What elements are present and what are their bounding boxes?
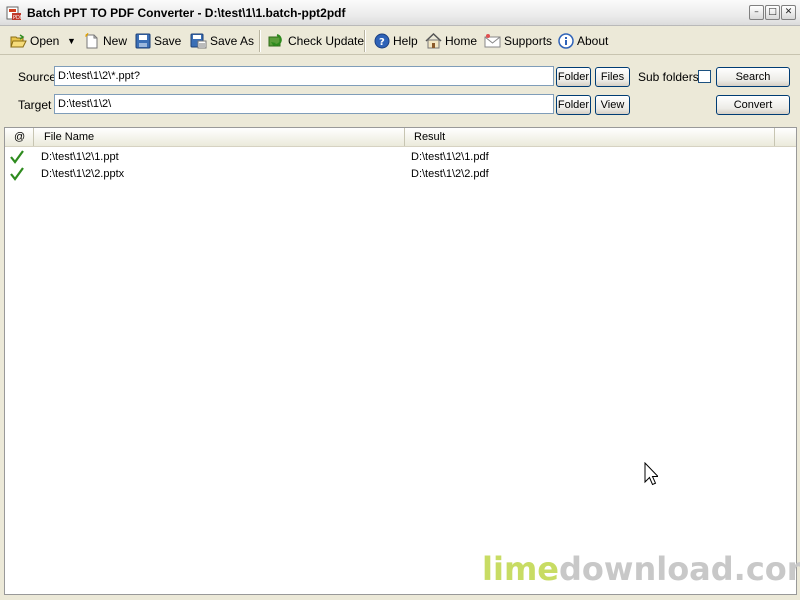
table-row[interactable]: D:\test\1\2\1.ppt D:\test\1\2\1.pdf xyxy=(5,149,796,166)
source-folder-button[interactable]: Folder xyxy=(556,67,591,87)
new-label: New xyxy=(103,34,128,48)
watermark-logo: limedownload.com xyxy=(482,550,800,588)
minimize-button[interactable]: – xyxy=(749,5,764,20)
check-update-icon xyxy=(268,34,282,47)
supports-button[interactable]: Supports xyxy=(484,31,552,51)
convert-button[interactable]: Convert xyxy=(716,95,790,115)
toolbar-separator xyxy=(259,30,261,52)
supports-label: Supports xyxy=(504,34,553,48)
home-icon xyxy=(425,33,442,49)
open-dropdown-arrow[interactable]: ▼ xyxy=(67,31,76,51)
column-header-file-name[interactable]: File Name xyxy=(34,128,405,146)
result-cell: D:\test\1\2\1.pdf xyxy=(411,151,489,163)
checkmark-icon xyxy=(10,150,24,164)
window-title: Batch PPT TO PDF Converter - D:\test\1\1… xyxy=(27,6,346,20)
subfolders-label: Sub folders xyxy=(638,70,699,84)
floppy-disk-icon xyxy=(135,33,151,49)
source-label: Source xyxy=(18,70,57,84)
close-button[interactable]: ✕ xyxy=(781,5,796,20)
file-name-cell: D:\test\1\2\1.ppt xyxy=(41,151,119,163)
source-files-button[interactable]: Files xyxy=(595,67,630,87)
checkmark-icon xyxy=(10,167,24,181)
home-button[interactable]: Home xyxy=(425,31,477,51)
target-folder-button[interactable]: Folder xyxy=(556,95,591,115)
file-name-cell: D:\test\1\2\2.pptx xyxy=(41,168,125,180)
list-header: @ File Name Result xyxy=(5,128,796,147)
subfolders-checkbox[interactable] xyxy=(698,70,711,83)
search-button[interactable]: Search xyxy=(716,67,790,87)
target-label: Target xyxy=(18,98,52,112)
check-update-button[interactable]: Check Update xyxy=(268,31,364,51)
save-as-icon xyxy=(190,33,207,49)
maximize-button[interactable]: □ xyxy=(765,5,780,20)
save-button[interactable]: Save xyxy=(135,31,181,51)
open-label: Open xyxy=(30,34,60,48)
help-icon: ? xyxy=(374,33,390,49)
source-path-input[interactable] xyxy=(54,66,554,86)
open-button[interactable]: Open xyxy=(10,31,59,51)
folder-open-icon xyxy=(10,34,27,48)
mail-icon xyxy=(484,34,501,48)
about-button[interactable]: About xyxy=(558,31,608,51)
svg-text:?: ? xyxy=(379,37,385,48)
home-label: Home xyxy=(445,34,478,48)
save-as-label: Save As xyxy=(210,34,255,48)
title-bar[interactable]: PDF Batch PPT TO PDF Converter - D:\test… xyxy=(0,0,800,26)
result-cell: D:\test\1\2\2.pdf xyxy=(411,168,489,180)
toolbar-separator xyxy=(364,30,366,52)
file-list[interactable]: @ File Name Result D:\test\1\2\1.ppt D:\… xyxy=(4,127,797,595)
new-document-icon xyxy=(85,33,98,49)
save-label: Save xyxy=(154,34,182,48)
watermark-download: download xyxy=(558,550,734,588)
info-icon xyxy=(558,33,574,49)
about-label: About xyxy=(577,34,609,48)
mouse-cursor-icon xyxy=(644,462,658,486)
table-row[interactable]: D:\test\1\2\2.pptx D:\test\1\2\2.pdf xyxy=(5,166,796,183)
chevron-down-icon: ▼ xyxy=(67,36,76,46)
svg-text:PDF: PDF xyxy=(13,15,22,21)
target-view-button[interactable]: View xyxy=(595,95,630,115)
target-path-input[interactable] xyxy=(54,94,554,114)
help-button[interactable]: ? Help xyxy=(374,31,418,51)
column-header-result[interactable]: Result xyxy=(405,128,775,146)
new-button[interactable]: New xyxy=(84,31,127,51)
help-label: Help xyxy=(393,34,418,48)
watermark-domain: .com xyxy=(733,550,800,588)
check-update-label: Check Update xyxy=(288,34,365,48)
app-icon: PDF xyxy=(6,6,22,21)
toolbar: Open ▼ New Save Save As Check Update ? H… xyxy=(0,27,800,55)
save-as-button[interactable]: Save As xyxy=(190,31,254,51)
watermark-lime: lime xyxy=(482,550,559,588)
column-header-status[interactable]: @ xyxy=(5,128,34,146)
